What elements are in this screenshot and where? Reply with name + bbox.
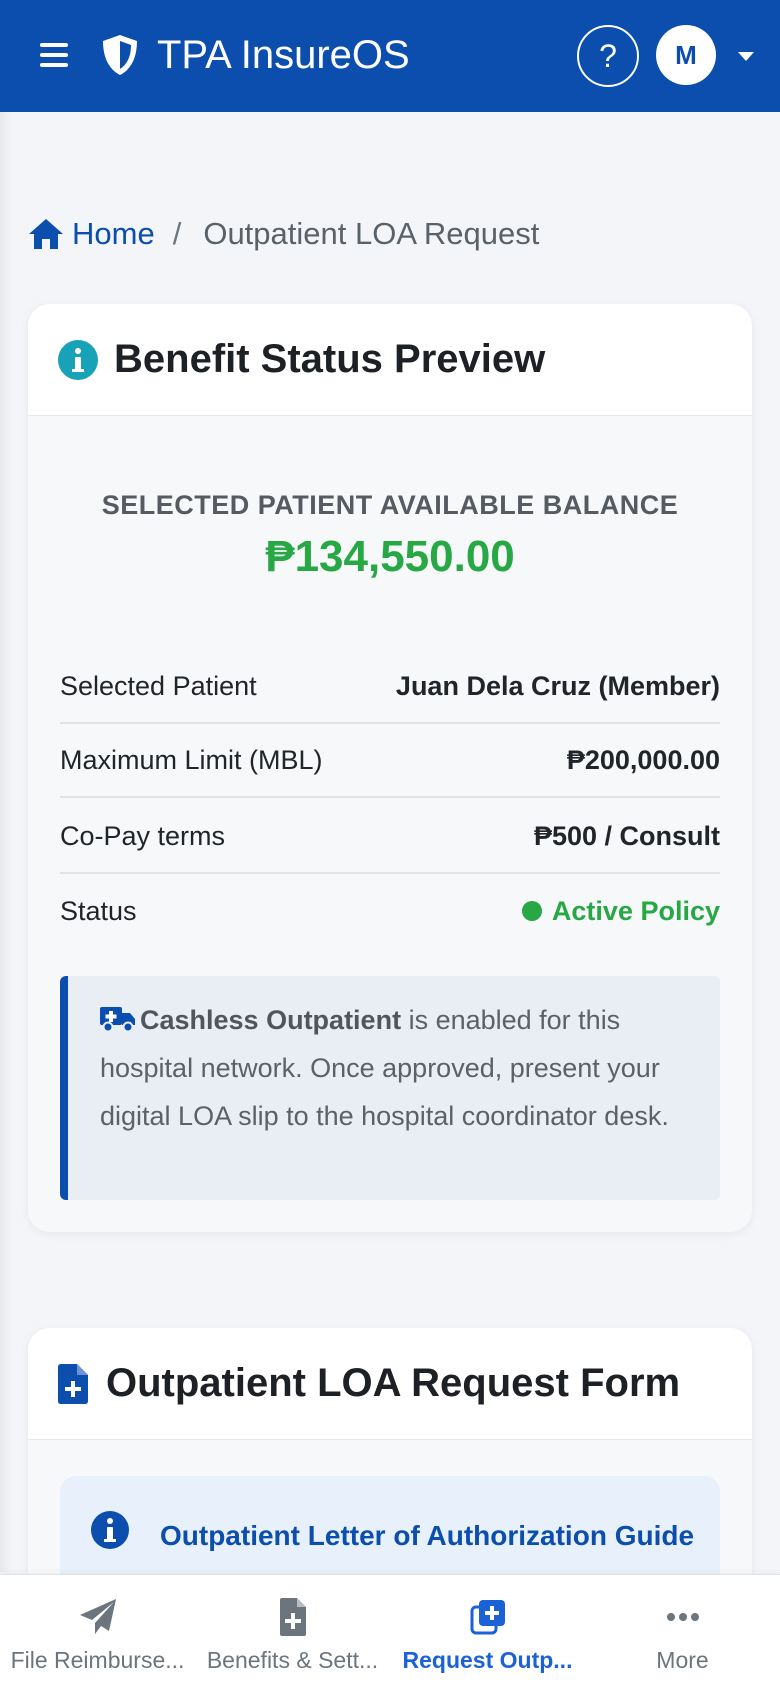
- max-limit-value: ₱200,000.00: [566, 744, 720, 775]
- cashless-alert: Cashless Outpatient is enabled for this …: [60, 976, 720, 1200]
- row-label: Maximum Limit (MBL): [60, 744, 323, 775]
- shield-icon: [103, 35, 137, 75]
- user-menu-caret-icon[interactable]: [738, 52, 754, 61]
- paper-plane-icon: [79, 1599, 116, 1634]
- copay-value: ₱500 / Consult: [533, 820, 720, 851]
- bottom-navigation: File Reimburse... Benefits & Sett... Req…: [0, 1574, 780, 1688]
- available-balance-value: ₱134,550.00: [265, 532, 515, 581]
- nav-label: Benefits & Sett...: [206, 1647, 379, 1673]
- info-circle-icon: [58, 339, 98, 380]
- status-badge: Active Policy: [521, 895, 720, 927]
- breadcrumb-current: Outpatient LOA Request: [203, 216, 540, 251]
- benefit-status-title: Benefit Status Preview: [114, 337, 546, 381]
- info-circle-icon: [91, 1511, 129, 1549]
- info-row-selected-patient: Selected Patient Juan Dela Cruz (Member): [60, 650, 720, 724]
- loa-guide-title[interactable]: Outpatient Letter of Authorization Guide: [160, 1512, 700, 1560]
- brand-name[interactable]: TPA InsureOS: [157, 31, 410, 79]
- nav-label: File Reimburse...: [10, 1647, 185, 1673]
- row-label: Co-Pay terms: [60, 820, 226, 851]
- available-balance-label: SELECTED PATIENT AVAILABLE BALANCE: [101, 490, 679, 520]
- loa-form-header: Outpatient LOA Request Form: [28, 1328, 752, 1440]
- benefit-status-card: Benefit Status Preview SELECTED PATIENT …: [28, 304, 752, 1232]
- benefit-status-header: Benefit Status Preview: [28, 304, 752, 416]
- selected-patient-value: Juan Dela Cruz (Member): [395, 670, 720, 701]
- add-stack-icon: [470, 1600, 505, 1635]
- loa-form-title: Outpatient LOA Request Form: [106, 1361, 681, 1405]
- breadcrumb: Home / Outpatient LOA Request: [28, 214, 539, 254]
- top-navbar: TPA InsureOS ? M: [0, 0, 780, 112]
- info-row-copay: Co-Pay terms ₱500 / Consult: [60, 800, 720, 874]
- row-label: Selected Patient: [60, 670, 257, 701]
- status-dot-icon: [521, 901, 542, 921]
- file-medical-icon: [58, 1363, 88, 1404]
- breadcrumb-home-link[interactable]: Home: [72, 216, 155, 252]
- file-plus-icon: [279, 1598, 306, 1636]
- breadcrumb-separator: /: [172, 216, 182, 251]
- info-row-status: Status Active Policy: [60, 874, 720, 948]
- help-button[interactable]: ?: [577, 25, 639, 87]
- alert-bold-text: Cashless Outpatient: [140, 1005, 402, 1035]
- nav-item-file-reimbursement[interactable]: File Reimburse...: [0, 1575, 195, 1688]
- more-dots-icon: [666, 1613, 699, 1621]
- ambulance-icon: [100, 1007, 135, 1033]
- nav-item-benefits[interactable]: Benefits & Sett...: [195, 1575, 390, 1688]
- status-value: Active Policy: [551, 895, 720, 926]
- menu-icon[interactable]: [40, 43, 68, 67]
- row-label: Status: [60, 895, 137, 926]
- nav-item-more[interactable]: More: [585, 1575, 780, 1688]
- page-edge-shade: [0, 112, 12, 1572]
- user-avatar[interactable]: M: [656, 25, 716, 85]
- info-row-max-limit: Maximum Limit (MBL) ₱200,000.00: [60, 724, 720, 798]
- nav-label: Request Outp...: [402, 1647, 573, 1673]
- nav-label: More: [656, 1647, 709, 1673]
- home-icon[interactable]: [28, 217, 64, 251]
- nav-item-request-outpatient[interactable]: Request Outp...: [390, 1575, 585, 1688]
